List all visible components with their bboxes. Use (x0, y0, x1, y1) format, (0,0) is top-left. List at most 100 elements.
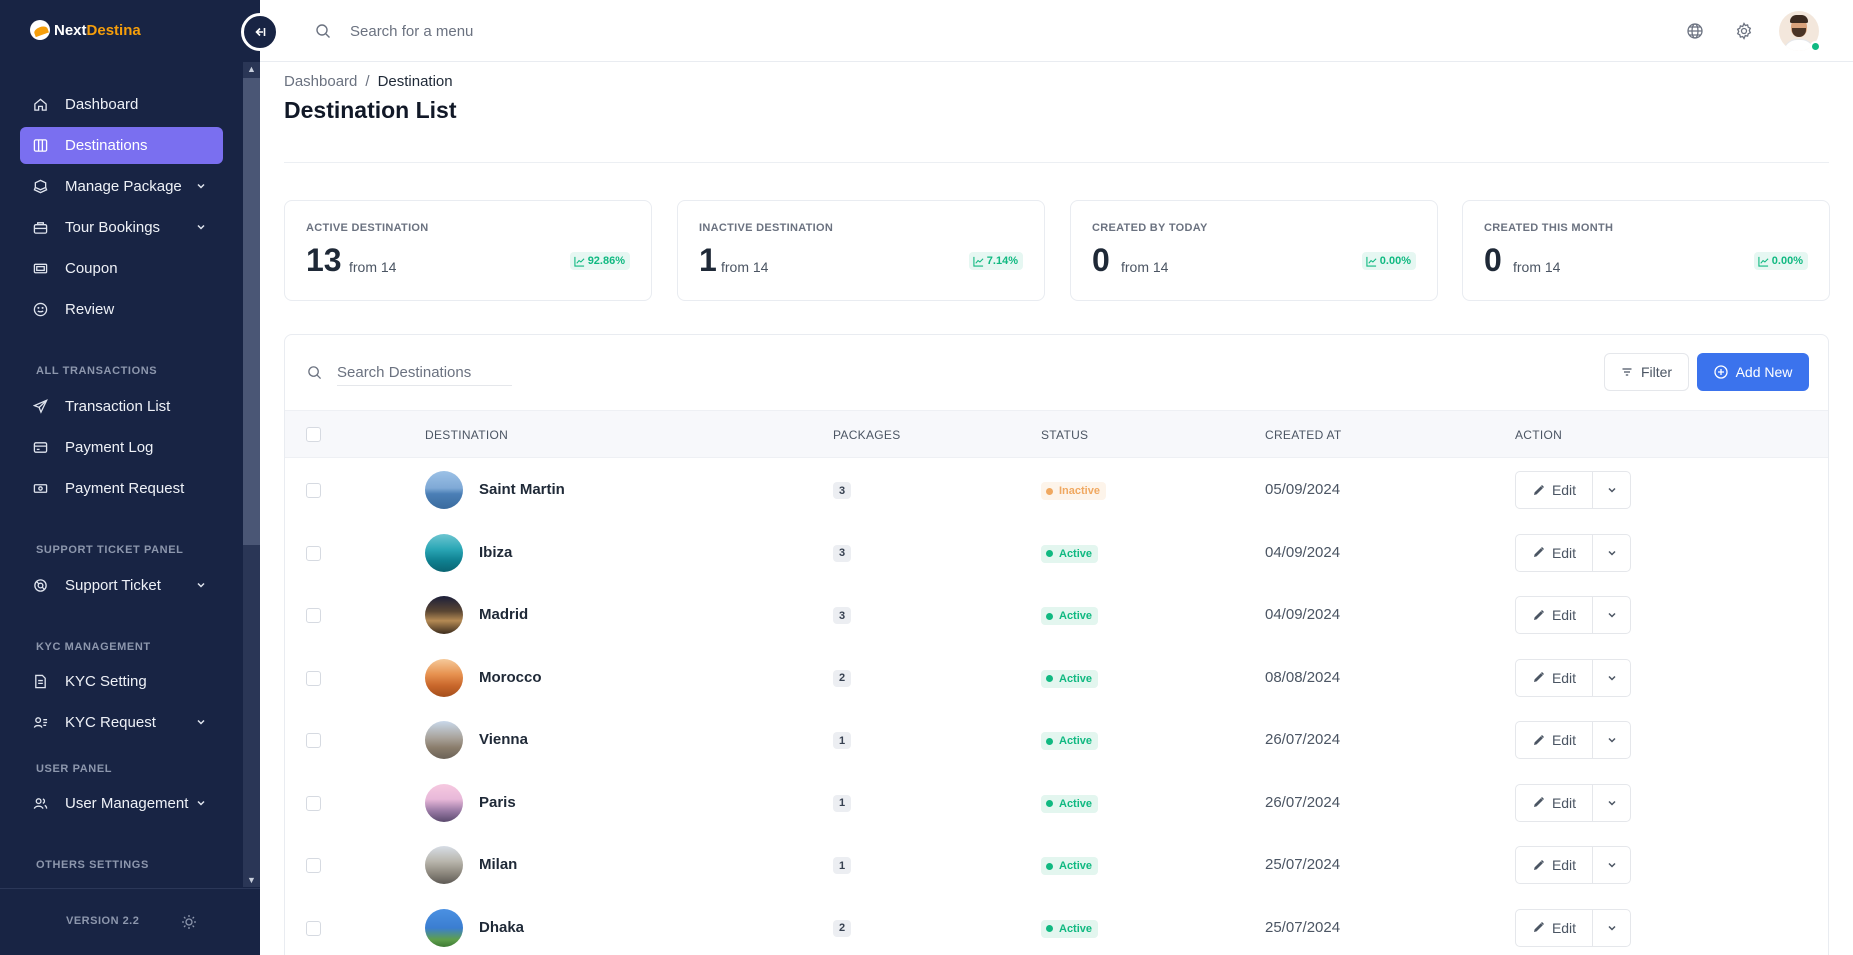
table-row: Paris 1 Active 26/07/2024 Edit (285, 772, 1828, 834)
edit-button[interactable]: Edit (1516, 784, 1593, 821)
select-all-checkbox[interactable] (306, 427, 321, 442)
user-list-icon (33, 717, 48, 728)
status-dot (1046, 737, 1053, 745)
row-actions-dropdown-button[interactable] (1593, 597, 1630, 633)
pencil-icon (1533, 547, 1544, 557)
created-at: 05/09/2024 (1265, 481, 1341, 498)
destination-name[interactable]: Vienna (479, 731, 528, 748)
row-actions-dropdown-button[interactable] (1593, 535, 1630, 571)
section-heading-support: SUPPORT TICKET PANEL (36, 544, 184, 556)
status-label: Active (1059, 547, 1093, 560)
edit-button[interactable]: Edit (1516, 847, 1593, 883)
scrollbar-thumb[interactable] (243, 78, 260, 545)
sidebar-item-dashboard[interactable]: Dashboard (20, 86, 223, 123)
home-icon (34, 98, 47, 111)
row-checkbox[interactable] (306, 858, 321, 873)
sidebar-item-user-management[interactable]: User Management (20, 785, 223, 822)
sidebar-item-coupon[interactable]: Coupon (20, 250, 223, 287)
row-actions-dropdown-button[interactable] (1593, 722, 1630, 758)
sidebar-item-label: KYC Request (65, 714, 156, 731)
sidebar-item-kyc-setting[interactable]: KYC Setting (20, 663, 223, 700)
sidebar-item-payment-request[interactable]: Payment Request (20, 470, 223, 507)
created-at: 04/09/2024 (1265, 543, 1341, 561)
destination-name[interactable]: Dhaka (479, 919, 524, 936)
sidebar-item-support-ticket[interactable]: Support Ticket (20, 567, 223, 604)
add-new-button[interactable]: Add New (1697, 353, 1809, 391)
destination-name[interactable]: Saint Martin (479, 481, 565, 498)
stat-percent-badge: 92.86% (569, 252, 630, 270)
edit-button[interactable]: Edit (1516, 534, 1593, 571)
destination-name[interactable]: Paris (479, 794, 516, 811)
section-heading-kyc: KYC MANAGEMENT (36, 641, 151, 653)
filter-button[interactable]: Filter (1604, 353, 1689, 391)
globe-icon[interactable] (1686, 22, 1704, 40)
row-checkbox[interactable] (306, 733, 321, 748)
menu-search-input[interactable] (350, 19, 650, 43)
sidebar-item-payment-log[interactable]: Payment Log (20, 429, 223, 466)
row-actions-dropdown-button[interactable] (1593, 910, 1630, 946)
breadcrumb-dashboard-link[interactable]: Dashboard (284, 73, 357, 90)
stat-card-created-today: CREATED BY TODAY 0 from 14 0.00% (1070, 200, 1438, 301)
destination-search-input[interactable] (337, 360, 512, 386)
theme-toggle-sun-icon[interactable] (181, 914, 197, 930)
stat-label: ACTIVE DESTINATION (306, 222, 429, 234)
row-checkbox[interactable] (306, 795, 321, 811)
edit-label: Edit (1551, 857, 1577, 873)
trend-up-icon (574, 256, 585, 267)
status-dot (1046, 675, 1053, 682)
breadcrumb-separator: / (365, 73, 370, 90)
sidebar-scrollbar[interactable]: ▲ ▼ (243, 62, 260, 887)
column-header-packages[interactable]: PACKAGES (833, 428, 901, 442)
sidebar-item-transaction-list[interactable]: Transaction List (20, 388, 223, 425)
sidebar-item-tour-bookings[interactable]: Tour Bookings (20, 209, 223, 246)
column-header-status[interactable]: STATUS (1041, 428, 1088, 442)
row-action-group: Edit (1515, 596, 1631, 634)
column-header-created-at[interactable]: CREATED AT (1265, 428, 1342, 442)
section-heading-others: OTHERS SETTINGS (36, 859, 149, 871)
row-actions-dropdown-button[interactable] (1593, 785, 1630, 821)
sidebar-collapse-button[interactable] (241, 13, 279, 51)
status-label: Active (1059, 797, 1093, 810)
column-header-destination[interactable]: DESTINATION (425, 428, 508, 442)
row-checkbox[interactable] (306, 608, 321, 623)
destination-name[interactable]: Madrid (479, 606, 528, 623)
money-icon (33, 484, 48, 493)
edit-button[interactable]: Edit (1516, 597, 1593, 633)
stat-percent: 7.14% (986, 255, 1018, 267)
chevron-down-icon (197, 582, 205, 588)
table-row: Dhaka 2 Active 25/07/2024 Edit (285, 897, 1828, 955)
destination-name[interactable]: Morocco (479, 669, 542, 686)
pencil-icon (1533, 734, 1544, 745)
status-dot (1046, 925, 1053, 932)
edit-button[interactable]: Edit (1516, 659, 1593, 696)
row-actions-dropdown-button[interactable] (1593, 660, 1630, 696)
status-badge: Inactive (1041, 482, 1106, 500)
sidebar-item-manage-package[interactable]: Manage Package (20, 168, 223, 205)
sidebar-item-review[interactable]: Review (20, 291, 223, 328)
brand-logo[interactable]: Next Destina (30, 20, 141, 40)
row-checkbox[interactable] (306, 483, 321, 498)
row-actions-dropdown-button[interactable] (1593, 472, 1630, 508)
sidebar-item-kyc-request[interactable]: KYC Request (20, 704, 223, 741)
edit-button[interactable]: Edit (1516, 722, 1593, 758)
edit-button[interactable]: Edit (1516, 909, 1593, 946)
scroll-up-icon[interactable]: ▲ (243, 62, 260, 76)
gear-icon[interactable] (1735, 22, 1753, 40)
row-checkbox[interactable] (306, 920, 321, 936)
scroll-down-icon[interactable]: ▼ (243, 873, 260, 887)
row-action-group: Edit (1515, 721, 1631, 759)
sidebar-item-destinations[interactable]: Destinations (20, 127, 223, 164)
chevron-down-icon (1607, 550, 1616, 556)
brand-name-part2: Destina (86, 21, 141, 39)
edit-button[interactable]: Edit (1516, 472, 1593, 508)
destination-name[interactable]: Ibiza (479, 544, 512, 561)
row-checkbox[interactable] (306, 545, 321, 561)
row-actions-dropdown-button[interactable] (1593, 847, 1630, 883)
row-checkbox[interactable] (306, 670, 321, 686)
destinations-table-card: Filter Add New DESTINATION PACKAGES STAT… (284, 334, 1829, 955)
status-badge: Active (1041, 607, 1099, 625)
sidebar-item-label: User Management (65, 795, 189, 812)
pencil-icon (1533, 672, 1544, 682)
created-at: 04/09/2024 (1265, 606, 1341, 623)
destination-name[interactable]: Milan (479, 856, 517, 873)
